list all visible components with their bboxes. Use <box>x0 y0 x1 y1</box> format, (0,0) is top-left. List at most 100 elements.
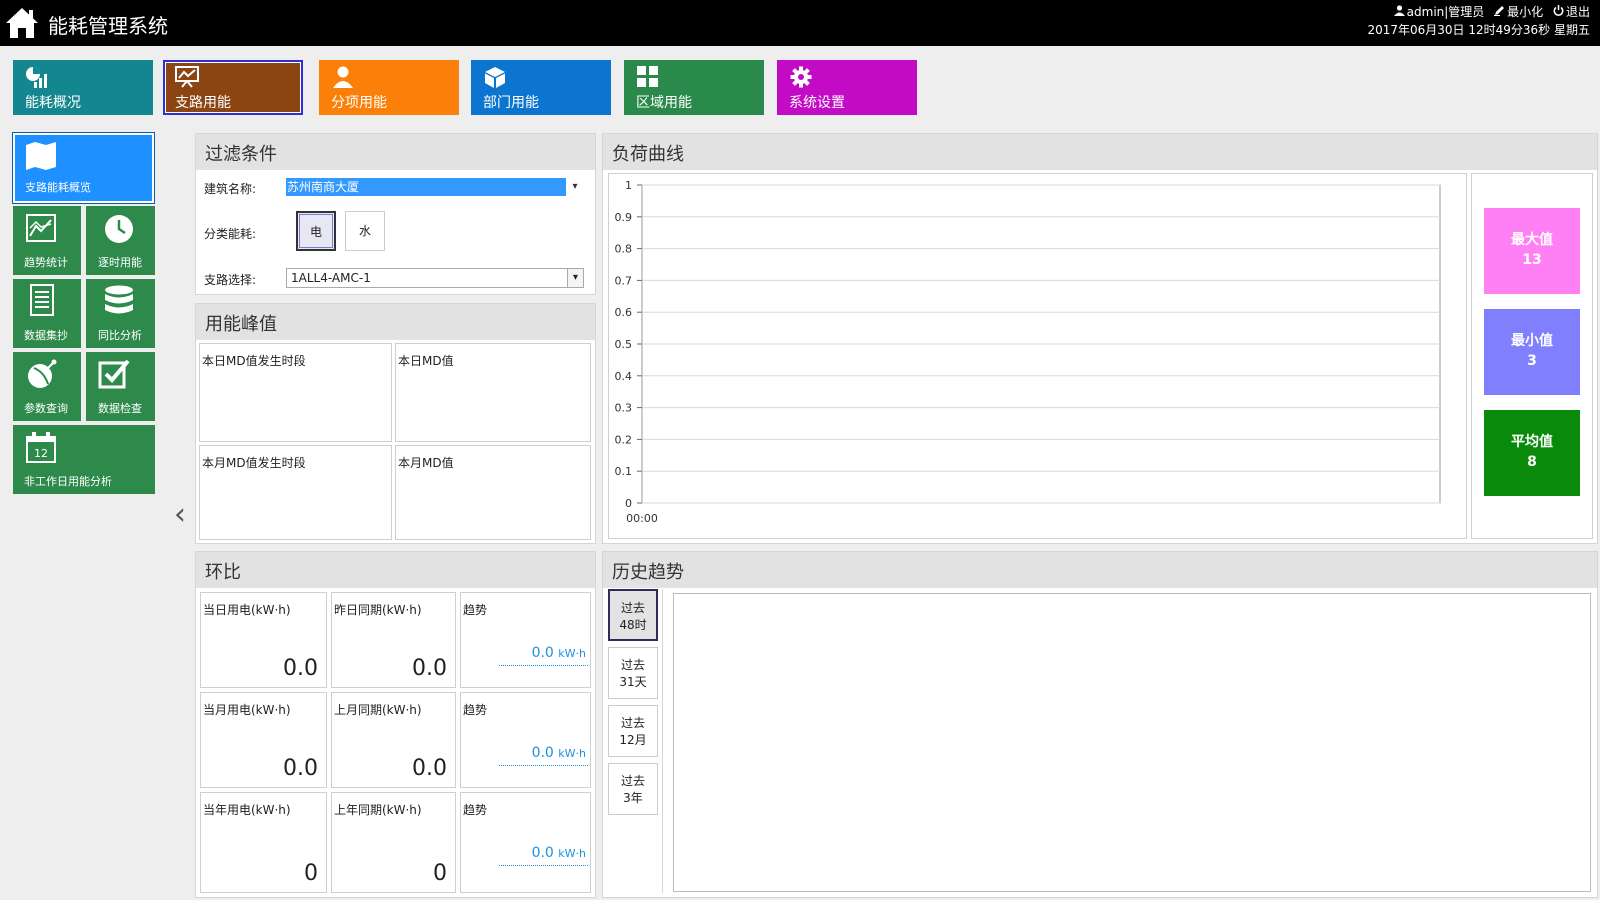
max-value: 13 <box>1522 252 1542 268</box>
history-12m-button[interactable]: 过去 12月 <box>608 705 658 757</box>
branch-chart-icon <box>175 66 199 88</box>
module-label: 系统设置 <box>789 95 845 111</box>
user-menu[interactable]: admin|管理员 <box>1393 5 1488 19</box>
sidebar-item-data-reading[interactable]: 数据集抄 <box>13 279 81 348</box>
min-value: 3 <box>1527 353 1537 369</box>
calendar-day: 12 <box>34 447 48 460</box>
sidebar-item-param-query[interactable]: 参数查询 <box>13 352 81 421</box>
y-tick-label: 0.3 <box>615 402 633 415</box>
min-value-box: 最小值 3 <box>1484 309 1580 395</box>
sidebar-item-label: 参数查询 <box>24 402 68 415</box>
cell-value: 0 <box>433 861 447 886</box>
module-label: 能耗概况 <box>25 95 81 111</box>
y-tick-label: 0.7 <box>615 274 633 287</box>
history-button-line2: 3年 <box>623 791 643 805</box>
load-curve-title: 负荷曲线 <box>603 134 1597 170</box>
history-panel-title: 历史趋势 <box>603 552 1597 588</box>
y-tick-label: 0.2 <box>615 433 633 446</box>
trend-value: 0.0 kW·h <box>531 645 586 661</box>
sidebar-item-label: 数据检查 <box>98 402 142 415</box>
top-bar: 能耗管理系统 admin|管理员 最小化 退出 2017年06月30日 12时4… <box>0 0 1600 46</box>
dropdown-arrow-icon[interactable]: ▾ <box>566 178 584 196</box>
history-button-line1: 过去 <box>620 716 645 730</box>
max-value-label: 最大值 <box>1511 232 1553 248</box>
header-right: admin|管理员 最小化 退出 2017年06月30日 12时49分36秒 星… <box>1367 3 1590 39</box>
collapse-sidebar-icon[interactable]: ‹ <box>174 500 186 530</box>
app-title: 能耗管理系统 <box>48 14 168 38</box>
y-tick-label: 0.6 <box>615 306 633 319</box>
user-name: admin|管理员 <box>1406 5 1485 19</box>
cell-value: 0.0 <box>412 756 447 781</box>
history-button-line1: 过去 <box>620 774 645 788</box>
sidebar-item-label: 趋势统计 <box>24 256 68 269</box>
branch-select[interactable]: 1ALL4-AMC-1 ▾ <box>286 268 584 288</box>
logout-button[interactable]: 退出 <box>1553 5 1590 19</box>
history-48h-button[interactable]: 过去 48时 <box>608 589 658 641</box>
cell-label: 当年用电(kW·h) <box>203 803 291 817</box>
sidebar-item-nonworkday-analysis[interactable]: 12 非工作日用能分析 <box>13 425 155 494</box>
previous-usage-cell: 昨日同期(kW·h) 0.0 <box>331 592 456 688</box>
current-usage-cell: 当月用电(kW·h) 0.0 <box>200 692 327 788</box>
sidebar-item-branch-overview[interactable]: 支路能耗概览 <box>12 132 155 204</box>
building-select[interactable]: 苏州南商大厦 ▾ <box>286 178 584 196</box>
max-value-box: 最大值 13 <box>1484 208 1580 294</box>
logout-label: 退出 <box>1565 5 1590 19</box>
satellite-icon <box>28 359 57 388</box>
history-button-line2: 31天 <box>619 675 647 689</box>
sidebar-item-label: 同比分析 <box>98 329 142 342</box>
filter-panel: 过滤条件 建筑名称: 苏州南商大厦 ▾ 分类能耗: 电 水 支路选择: 1ALL… <box>195 133 596 295</box>
user-icon <box>1393 5 1405 16</box>
module-area-energy[interactable]: 区域用能 <box>624 60 764 115</box>
history-button-line2: 12月 <box>619 733 647 747</box>
trend-value: 0.0 kW·h <box>531 845 586 861</box>
cell-label: 上月同期(kW·h) <box>334 703 422 717</box>
y-tick-label: 0.4 <box>615 370 633 383</box>
load-curve-chart-frame: 0 0.1 0.2 0.3 0.4 0.5 0.6 0.7 0.8 0.9 1 00:00 <box>608 173 1467 539</box>
peak-cell: 本日MD值发生时段 <box>199 343 392 442</box>
x-tick-label: 00:00 <box>626 512 658 525</box>
module-sub-item-energy[interactable]: 分项用能 <box>319 60 459 115</box>
history-31d-button[interactable]: 过去 31天 <box>608 647 658 699</box>
sidebar-item-data-check[interactable]: 数据检查 <box>86 352 155 421</box>
y-tick-label: 1 <box>625 179 632 192</box>
min-value-label: 最小值 <box>1511 333 1553 349</box>
sidebar-item-hourly-energy[interactable]: 逐时用能 <box>86 206 155 275</box>
module-department-energy[interactable]: 部门用能 <box>471 60 611 115</box>
peak-cell-label: 本月MD值发生时段 <box>202 456 306 470</box>
module-label: 分项用能 <box>331 95 387 111</box>
edit-icon <box>1494 6 1505 16</box>
peak-panel: 用能峰值 本日MD值发生时段 本日MD值 本月MD值发生时段 本月MD值 <box>195 303 596 544</box>
trend-cell: 趋势 0.0 kW·h <box>460 692 591 788</box>
trend-cell: 趋势 0.0 kW·h <box>460 792 591 893</box>
trend-cell: 趋势 0.0 kW·h <box>460 592 591 688</box>
sidebar-item-trend-stats[interactable]: 趋势统计 <box>13 206 81 275</box>
trend-value: 0.0 kW·h <box>531 745 586 761</box>
module-branch-energy[interactable]: 支路用能 <box>163 60 303 115</box>
history-3y-button[interactable]: 过去 3年 <box>608 763 658 815</box>
category-electricity-button[interactable]: 电 <box>296 211 336 251</box>
home-icon[interactable] <box>4 6 40 40</box>
sidebar-item-label: 逐时用能 <box>98 256 142 269</box>
history-button-line1: 过去 <box>620 601 645 615</box>
checkbox-icon <box>98 359 130 389</box>
avg-value-label: 平均值 <box>1511 434 1553 450</box>
chevron-down-icon[interactable]: ▾ <box>567 269 583 287</box>
category-water-button[interactable]: 水 <box>345 211 385 251</box>
sidebar-item-yoy-analysis[interactable]: 同比分析 <box>86 279 155 348</box>
ratio-panel: 环比 当日用电(kW·h) 0.0 昨日同期(kW·h) 0.0 趋势 0.0 … <box>195 551 596 898</box>
branch-value: 1ALL4-AMC-1 <box>291 271 371 285</box>
cell-label: 昨日同期(kW·h) <box>334 603 422 617</box>
database-icon <box>105 285 133 314</box>
document-icon <box>30 284 54 316</box>
cell-label: 趋势 <box>463 603 488 617</box>
module-energy-overview[interactable]: 能耗概况 <box>13 60 153 115</box>
module-system-settings[interactable]: 系统设置 <box>777 60 917 115</box>
module-label: 区域用能 <box>636 95 692 111</box>
previous-usage-cell: 上月同期(kW·h) 0.0 <box>331 692 456 788</box>
previous-usage-cell: 上年同期(kW·h) 0 <box>331 792 456 893</box>
y-tick-label: 0.5 <box>615 338 633 351</box>
minimize-button[interactable]: 最小化 <box>1494 5 1547 19</box>
clock-icon <box>105 215 133 243</box>
current-usage-cell: 当日用电(kW·h) 0.0 <box>200 592 327 688</box>
cell-label: 趋势 <box>463 703 488 717</box>
